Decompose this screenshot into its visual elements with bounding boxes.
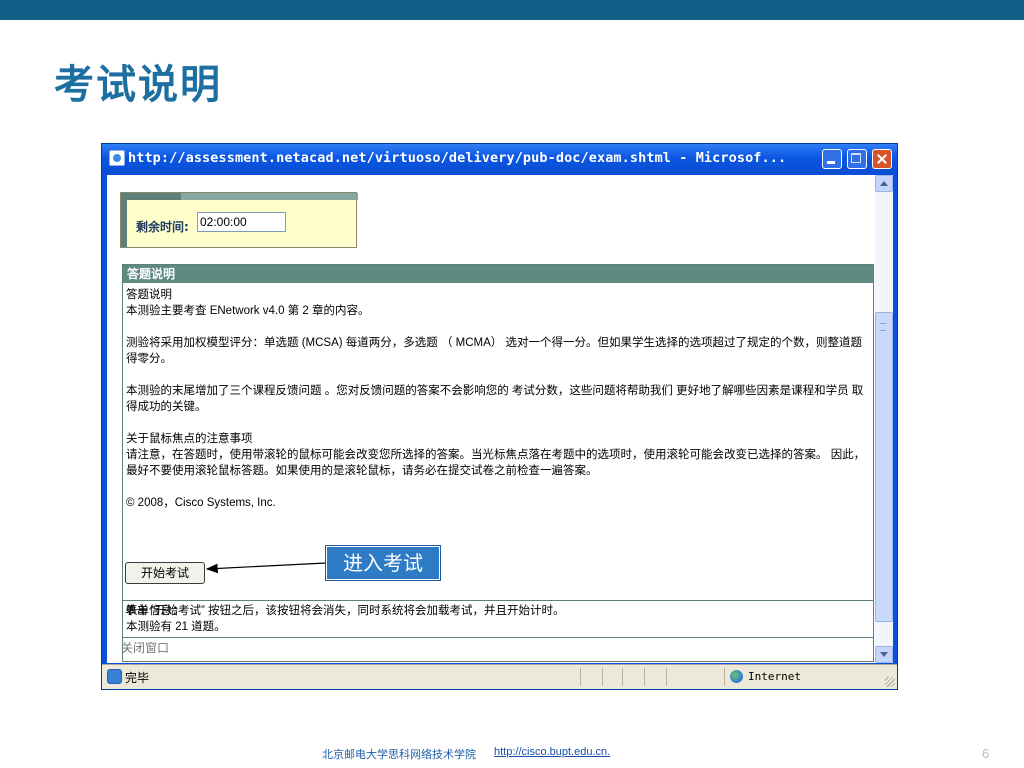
scroll-down-arrow-icon[interactable] (875, 646, 893, 663)
instructions-body: 答题说明 本测验主要考查 ENetwork v4.0 第 2 章的内容。 测验将… (126, 287, 868, 511)
ie-status-icon (107, 669, 122, 684)
instructions-scope: 本测验主要考查 ENetwork v4.0 第 2 章的内容。 (126, 305, 370, 317)
close-button[interactable] (872, 149, 892, 169)
scroll-thumb[interactable] (875, 312, 893, 622)
divider (123, 600, 873, 601)
timer-box: 剩余时间: 02:00:00 (120, 192, 358, 248)
resize-grip-icon[interactable] (885, 677, 895, 687)
start-exam-button[interactable]: 开始考试 (125, 562, 205, 584)
slide-top-bar (0, 0, 1024, 20)
close-window-link[interactable]: 关闭窗口 (121, 639, 169, 656)
timer-field: 02:00:00 (197, 212, 286, 232)
enter-exam-callout: 进入考试 (325, 545, 441, 581)
scroll-up-arrow-icon[interactable] (875, 175, 893, 192)
footer-institution: 北京邮电大学思科网络技术学院 (322, 748, 476, 761)
instructions-header: 答题说明 (123, 265, 873, 283)
divider (123, 637, 873, 638)
instructions-scoring: 测验将采用加权模型评分：单选题 (MCSA) 每道两分，多选题 （ MCMA） … (126, 337, 862, 365)
instructions-heading: 答题说明 (126, 289, 172, 301)
page-content: 剩余时间: 02:00:00 答题说明 答题说明 本测验主要考查 ENetwor… (107, 175, 875, 663)
timer-label: 剩余时间: (136, 220, 189, 234)
timer-box-side (121, 200, 127, 247)
internet-globe-icon (730, 670, 743, 683)
mouse-focus-title: 关于鼠标焦点的注意事项 (126, 433, 253, 445)
copyright: © 2008，Cisco Systems, Inc. (126, 497, 276, 509)
maximize-button[interactable] (847, 149, 867, 169)
minimize-button[interactable] (822, 149, 842, 169)
instructions-feedback: 本测验的末尾增加了三个课程反馈问题 。您对反馈问题的答案不会影响您的 考试分数，… (126, 385, 864, 413)
scroll-grip-icon (880, 323, 886, 331)
vertical-scrollbar[interactable] (875, 175, 893, 663)
page-number: 6 (982, 746, 990, 761)
browser-window: http://assessment.netacad.net/virtuoso/d… (101, 143, 898, 690)
question-count: 本测验有 21 道题。 (126, 621, 226, 633)
slide-title: 考试说明 (54, 61, 222, 108)
timer-box-header-accent (121, 193, 181, 200)
footer-link[interactable]: http://cisco.bupt.edu.cn. (494, 746, 610, 758)
ie-page-icon (109, 150, 125, 166)
window-titlebar[interactable]: http://assessment.netacad.net/virtuoso/d… (102, 144, 897, 174)
window-title: http://assessment.netacad.net/virtuoso/d… (128, 150, 787, 166)
start-note: 单击 “开始考试” 按钮之后，该按钮将会消失，同时系统将会加载考试，并且开始计时… (125, 605, 565, 617)
status-text: 完毕 (125, 671, 150, 685)
mouse-focus-note: 请注意，在答题时，使用带滚轮的鼠标可能会改变您所选择的答案。当光标焦点落在考题中… (126, 449, 866, 477)
status-bar: 完毕 Internet (102, 664, 897, 689)
security-zone: Internet (748, 670, 801, 683)
